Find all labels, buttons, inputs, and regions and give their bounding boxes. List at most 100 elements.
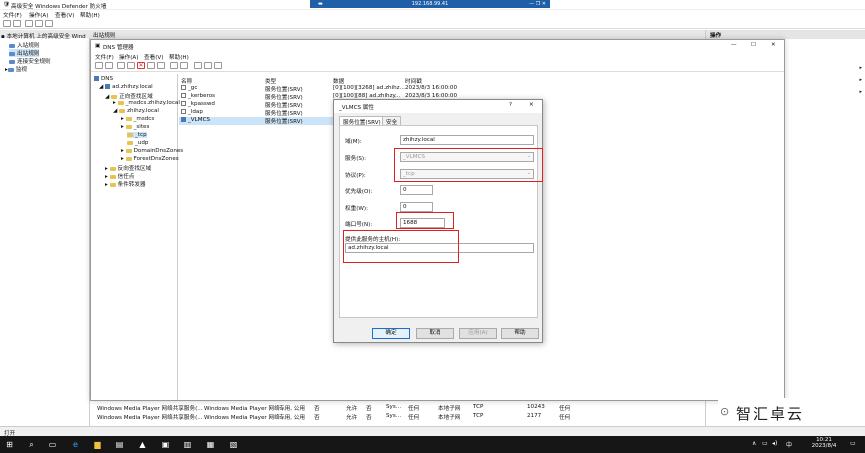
tree-connection-security[interactable]: 连接安全规则 — [9, 57, 51, 65]
close-button[interactable]: ✕ — [771, 42, 776, 48]
dns-menu-view[interactable]: 查看(V) — [144, 53, 163, 61]
back-icon[interactable] — [3, 20, 11, 27]
rdp-window-controls[interactable]: — ❐ ✕ — [529, 0, 546, 8]
expand-arrow-icon[interactable]: ▸ — [859, 89, 862, 95]
weight-label: 权重(W): — [345, 206, 368, 212]
close-button[interactable]: ✕ — [529, 102, 534, 108]
tree-msdcs[interactable]: ▸ _msdcs — [121, 116, 154, 122]
rdp-host: 192.168.99.41 — [411, 1, 449, 7]
vlmcs-properties-dialog: _VLMCS 属性 ? ✕ 服务位置(SRV) 安全 域(M): zhihzy.… — [333, 99, 543, 343]
zone-icon[interactable] — [204, 62, 212, 69]
app-taskbar-icon[interactable]: ▧ — [228, 439, 239, 450]
menu-file[interactable]: 文件(F) — [3, 11, 22, 19]
start-windows-icon[interactable]: ⊞ — [4, 439, 15, 450]
tree-forward-zones[interactable]: ◢ 正向查找区域 — [105, 92, 153, 100]
menu-help[interactable]: 帮助(H) — [80, 11, 100, 19]
priority-label: 优先级(O): — [345, 189, 373, 195]
edge-browser-icon[interactable]: e — [70, 439, 81, 450]
weight-field[interactable]: 0 — [400, 202, 433, 212]
table-row[interactable]: Windows Media Player 网络共享服务(... Windows … — [92, 413, 705, 421]
tree-tcp[interactable]: _tcp — [127, 132, 147, 138]
firewall-taskbar-icon[interactable]: ▥ — [182, 439, 193, 450]
powershell-icon[interactable]: ▣ — [160, 439, 171, 450]
tree-zhihzy-zone[interactable]: ◢ zhihzy.local — [113, 108, 159, 114]
expand-arrow-icon[interactable]: ▸ — [859, 77, 862, 83]
table-row[interactable]: Windows Media Player 网络共享服务(... Windows … — [92, 404, 705, 412]
ime-indicator[interactable]: 中 — [786, 440, 792, 449]
col-header-data[interactable]: 数据 — [333, 77, 344, 85]
apply-button[interactable]: 应用(A) — [459, 328, 497, 339]
help-button[interactable]: ? — [509, 102, 512, 108]
firewall-toolbar — [0, 19, 865, 29]
col-header-name[interactable]: 名称 — [181, 77, 192, 85]
tree-domaindnszones[interactable]: ▸ DomainDnsZones — [121, 148, 183, 154]
tree-udp[interactable]: _udp — [127, 140, 148, 146]
rdp-connection-bar[interactable]: ▬ 192.168.99.41 — ❐ ✕ — [310, 0, 550, 8]
tree-inbound-rules[interactable]: 入站规则 — [9, 41, 39, 49]
folder-icon[interactable] — [117, 62, 125, 69]
search-icon[interactable]: ⌕ — [26, 439, 37, 450]
port-label: 端口号(N): — [345, 222, 373, 228]
menu-view[interactable]: 查看(V) — [55, 11, 74, 19]
dns-taskbar-icon[interactable]: ▦ — [205, 439, 216, 450]
srv-panel: 域(M): zhihzy.local 服务(S): _VLMCS ⌄ 协议(P):… — [339, 125, 543, 318]
properties-icon[interactable] — [180, 62, 188, 69]
tree-server[interactable]: ◢ ad.zhihzy.local — [99, 84, 153, 90]
delete-icon[interactable]: ✕ — [137, 62, 145, 69]
tree-outbound-rules[interactable]: 出站规则 — [9, 49, 40, 57]
tree-conditional-forwarders[interactable]: ▸ 条件转发器 — [105, 180, 146, 188]
server-icon[interactable] — [194, 62, 202, 69]
help-icon[interactable] — [170, 62, 178, 69]
tree-sites[interactable]: ▸ _sites — [121, 124, 149, 130]
domain-field[interactable]: zhihzy.local — [400, 135, 534, 145]
back-icon[interactable] — [95, 62, 103, 69]
col-header-timestamp[interactable]: 时间戳 — [405, 77, 422, 85]
dns-menu-action[interactable]: 操作(A) — [119, 53, 138, 61]
tab-security[interactable]: 安全 — [382, 116, 402, 126]
pin-icon[interactable]: ▬ — [318, 0, 323, 8]
properties-icon[interactable] — [35, 20, 43, 27]
tree-trust-points[interactable]: ▸ 信任点 — [105, 172, 134, 180]
file-explorer-icon[interactable]: ▆ — [92, 439, 103, 450]
priority-field[interactable]: 0 — [400, 185, 433, 195]
view-icon[interactable] — [127, 62, 135, 69]
table-row[interactable]: _gc 服务位置(SRV) [0][100][3268] ad.zhihz...… — [179, 85, 457, 93]
dns-menu-file[interactable]: 文件(F) — [95, 53, 114, 61]
firewall-rule-list: Windows Media Player 网络共享服务(... Windows … — [92, 402, 705, 426]
network-icon[interactable]: ▭ — [762, 440, 768, 447]
help-icon[interactable] — [45, 20, 53, 27]
highlight-box — [394, 148, 543, 182]
admin-tools-icon[interactable]: ▲ — [137, 439, 148, 450]
clock[interactable]: 10:21 2023/8/4 — [806, 437, 842, 449]
up-icon[interactable] — [25, 20, 33, 27]
server-manager-icon[interactable]: ▤ — [114, 439, 125, 450]
forward-icon[interactable] — [13, 20, 21, 27]
tree-forestdnszones[interactable]: ▸ ForestDnsZones — [121, 156, 179, 162]
maximize-button[interactable]: ☐ — [751, 42, 756, 48]
task-view-icon[interactable]: ▭ — [47, 439, 58, 450]
tree-msdcs-zone[interactable]: ▸ _msdcs.zhihzy.local — [113, 100, 180, 106]
volume-icon[interactable]: ◂) — [772, 440, 777, 447]
ok-button[interactable]: 确定 — [372, 328, 410, 339]
forward-icon[interactable] — [105, 62, 113, 69]
tree-monitor[interactable]: ▸ 监视 — [5, 65, 27, 73]
export-icon[interactable] — [157, 62, 165, 69]
tray-chevron-icon[interactable]: ∧ — [752, 440, 756, 447]
minimize-button[interactable]: — — [731, 42, 737, 48]
tree-root[interactable]: ▪ 本地计算机 上的高级安全 Wind — [1, 32, 86, 40]
notification-icon[interactable]: ▭ — [850, 440, 856, 447]
cancel-button[interactable]: 取消 — [416, 328, 454, 339]
center-header: 出站规则 — [90, 30, 705, 39]
record-icon[interactable] — [214, 62, 222, 69]
refresh-icon[interactable] — [147, 62, 155, 69]
tree-dns[interactable]: DNS — [94, 76, 113, 82]
dns-menu-help[interactable]: 帮助(H) — [169, 53, 189, 61]
expand-arrow-icon[interactable]: ▸ — [859, 65, 862, 71]
tab-srv[interactable]: 服务位置(SRV) — [339, 116, 385, 126]
menu-action[interactable]: 操作(A) — [29, 11, 48, 19]
dns-title: DNS 管理器 — [103, 45, 134, 51]
dns-menu-bar: 文件(F) 操作(A) 查看(V) 帮助(H) — [91, 52, 784, 61]
tree-reverse-zones[interactable]: ▸ 反向查找区域 — [105, 164, 151, 172]
help-dialog-button[interactable]: 帮助 — [501, 328, 539, 339]
col-header-type[interactable]: 类型 — [265, 77, 276, 85]
